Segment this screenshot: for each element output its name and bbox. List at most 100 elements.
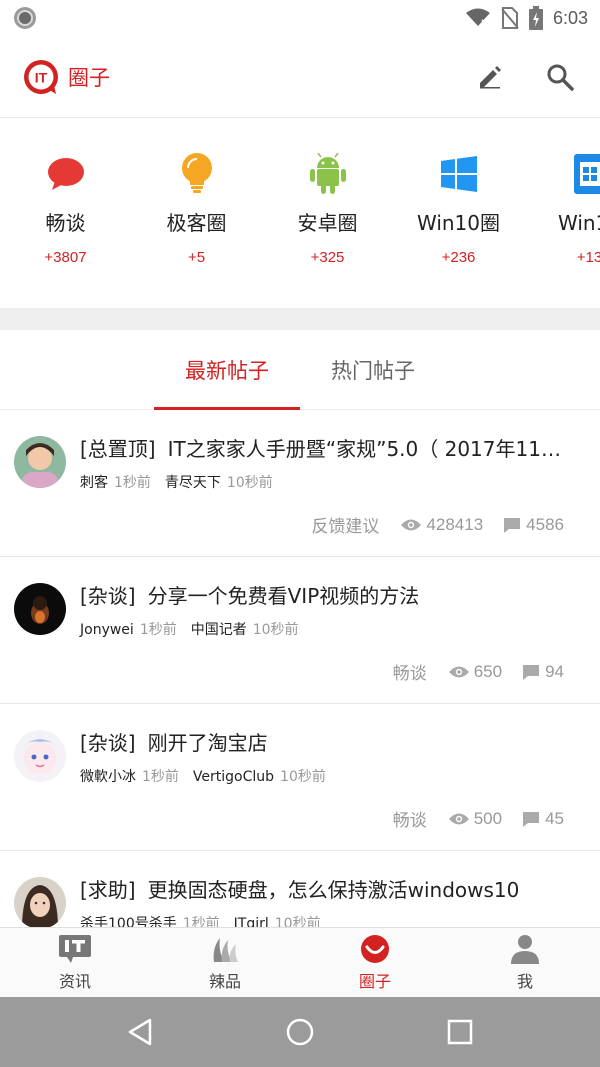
post-stats: 畅谈 500 45: [393, 806, 564, 832]
reply-user[interactable]: VertigoClub: [193, 769, 274, 785]
status-bar: 6:03: [0, 0, 600, 36]
post-list: [总置顶] IT之家家人手册暨“家规”5.0（ 2017年11月2… 刺客 1秒前青…: [0, 410, 600, 928]
post-item[interactable]: [杂谈] 刚开了淘宝店 微軟小冰 1秒前 VertigoClub 10秒前 畅谈 500…: [0, 704, 600, 851]
circle-item-changtan[interactable]: 畅谈 +3807: [0, 152, 131, 308]
circle-count: +3807: [44, 249, 87, 266]
circle-item-android[interactable]: 安卓圈 +325: [262, 152, 393, 308]
comment-icon: [504, 517, 521, 533]
post-stats: 畅谈 650 94: [393, 659, 564, 685]
post-meta: 刺客 1秒前 青尽天下 10秒前: [80, 472, 600, 492]
view-count: 650: [448, 662, 502, 682]
reply-time: 10秒前: [280, 769, 326, 785]
circle-count: +5: [187, 249, 206, 266]
post-title[interactable]: [求助] 更换固态硬盘，怎么保持激活windows10: [80, 875, 600, 905]
bottom-navigation: 资讯 辣品 圈子 我: [0, 927, 600, 997]
recents-icon[interactable]: [447, 1019, 473, 1045]
nav-item-lapin[interactable]: 辣品: [150, 928, 300, 997]
reply-time: 10秒前: [226, 475, 273, 491]
circle-name: Win10: [557, 211, 600, 235]
circle-smile-icon: [358, 934, 392, 964]
battery-charging-icon: [528, 6, 543, 30]
search-icon: [547, 64, 574, 91]
avatar[interactable]: [14, 877, 66, 928]
search-button[interactable]: [540, 57, 580, 97]
post-title-text: 刚开了淘宝店: [147, 731, 268, 755]
post-title[interactable]: [杂谈] 刚开了淘宝店: [80, 728, 600, 758]
circle-categories: 畅谈 +3807 极客圈 +5 安卓圈 +325 Win10圈 +236 Win…: [0, 118, 600, 308]
comment-count: 94: [522, 662, 564, 682]
speech-bubble-icon: [44, 152, 88, 196]
eye-icon: [448, 813, 469, 824]
author-time: 1秒前: [114, 475, 151, 491]
compose-button[interactable]: [470, 57, 510, 97]
circle-name: 极客圈: [166, 211, 227, 235]
board-name[interactable]: 反馈建议: [311, 512, 379, 537]
system-navigation-bar: [0, 997, 600, 1067]
post-item[interactable]: [求助] 更换固态硬盘，怎么保持激活windows10 杀手100号杀手 1秒前 IT…: [0, 851, 600, 928]
circle-count: +236: [441, 249, 476, 266]
lightbulb-icon: [175, 152, 219, 196]
avatar[interactable]: [14, 730, 66, 782]
circle-name: 安卓圈: [297, 211, 358, 235]
author-name[interactable]: Jonywei: [80, 622, 134, 638]
author-name[interactable]: 刺客: [80, 475, 108, 491]
windows-icon: [437, 152, 481, 196]
post-title[interactable]: [总置顶] IT之家家人手册暨“家规”5.0（ 2017年11月2…: [80, 434, 600, 464]
circle-item-geek[interactable]: 极客圈 +5: [131, 152, 262, 308]
nav-item-circle[interactable]: 圈子: [300, 928, 450, 997]
page-title: 圈子: [68, 65, 110, 90]
eye-icon: [401, 519, 422, 530]
nav-label: 圈子: [358, 971, 391, 991]
circle-item-win10[interactable]: Win10圈 +236: [393, 152, 524, 308]
pencil-icon: [480, 65, 501, 88]
circle-name: Win10圈: [416, 211, 501, 235]
tab-latest-posts[interactable]: 最新帖子: [154, 330, 300, 410]
comment-count: 4586: [503, 515, 564, 535]
post-tabs: 最新帖子 热门帖子: [0, 330, 600, 410]
circle-count: +325: [310, 249, 345, 266]
nav-label: 资讯: [58, 971, 91, 991]
ithome-logo: IT: [22, 58, 60, 96]
circle-count: +13: [576, 249, 600, 266]
nav-label: 辣品: [208, 971, 241, 991]
app-bar: IT 圈子: [0, 36, 600, 118]
post-meta: 杀手100号杀手 1秒前 ITgirl 10秒前: [80, 913, 600, 928]
reply-user[interactable]: 中国记者: [191, 622, 247, 638]
post-title-text: 分享一个免费看VIP视频的方法: [147, 584, 420, 608]
notification-icon: [14, 7, 36, 29]
post-meta: Jonywei 1秒前 中国记者 10秒前: [80, 619, 600, 639]
back-icon[interactable]: [127, 1018, 153, 1046]
avatar[interactable]: [14, 436, 66, 488]
flame-icon: [208, 934, 242, 964]
nav-item-me[interactable]: 我: [450, 928, 600, 997]
post-title-text: 更换固态硬盘，怎么保持激活windows10: [147, 878, 520, 902]
wifi-off-icon: [465, 8, 490, 27]
post-title[interactable]: [杂谈] 分享一个免费看VIP视频的方法: [80, 581, 600, 611]
home-icon[interactable]: [286, 1018, 314, 1046]
reply-user[interactable]: 青尽天下: [165, 475, 221, 491]
post-tag: [总置顶]: [80, 437, 156, 461]
comment-icon: [523, 811, 540, 827]
avatar[interactable]: [14, 583, 66, 635]
windows-tile-icon: [568, 152, 600, 196]
post-tag: [杂谈]: [80, 584, 136, 608]
tab-hot-posts[interactable]: 热门帖子: [300, 330, 446, 409]
circle-item-win10-mobile[interactable]: Win10 +13: [524, 152, 600, 308]
post-item[interactable]: [杂谈] 分享一个免费看VIP视频的方法 Jonywei 1秒前 中国记者 10秒前 畅…: [0, 557, 600, 704]
android-icon: [306, 152, 350, 196]
post-title-text: IT之家家人手册暨“家规”5.0（ 2017年11月2…: [167, 437, 594, 461]
circle-name: 畅谈: [45, 211, 86, 235]
author-name[interactable]: 微軟小冰: [80, 769, 136, 785]
nav-label: 我: [516, 971, 533, 991]
comment-count: 45: [522, 809, 564, 829]
author-time: 1秒前: [139, 622, 177, 638]
eye-icon: [448, 666, 469, 677]
post-meta: 微軟小冰 1秒前 VertigoClub 10秒前: [80, 766, 600, 786]
board-name[interactable]: 畅谈: [393, 659, 427, 684]
post-item[interactable]: [总置顶] IT之家家人手册暨“家规”5.0（ 2017年11月2… 刺客 1秒前青…: [0, 410, 600, 557]
reply-time: 10秒前: [252, 622, 299, 638]
view-count: 428413: [401, 515, 483, 535]
board-name[interactable]: 畅谈: [393, 806, 427, 831]
no-sim-icon: [501, 7, 519, 29]
nav-item-news[interactable]: 资讯: [0, 928, 150, 997]
